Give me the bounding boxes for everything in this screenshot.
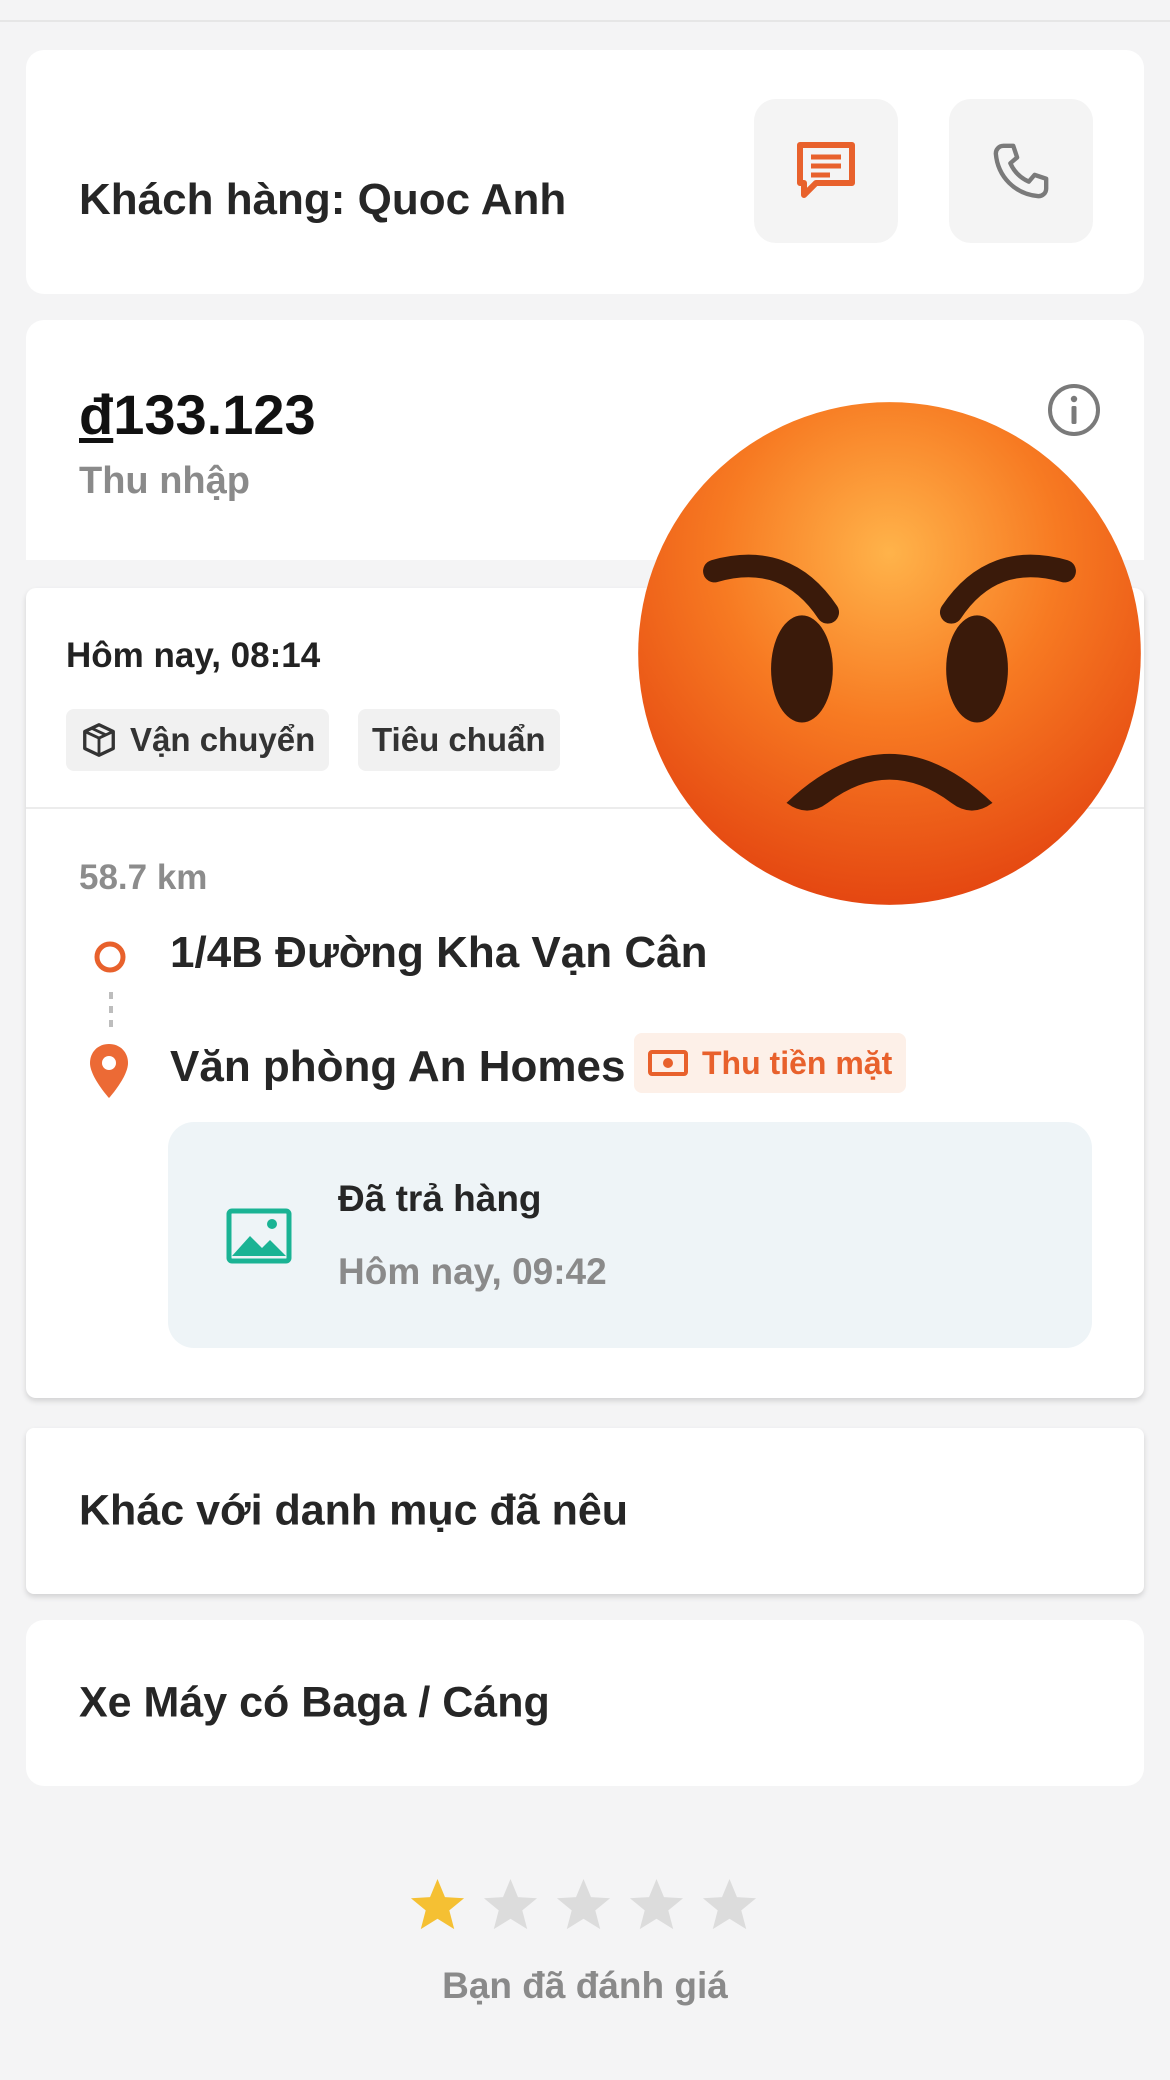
star-icon[interactable] (627, 1876, 686, 1935)
vehicle-type-row: Xe Máy có Baga / Cáng (26, 1620, 1144, 1786)
cash-payment-label: Thu tiền mặt (702, 1044, 893, 1081)
income-value: 133.123 (113, 383, 316, 446)
call-button[interactable] (949, 99, 1093, 243)
income-amount: đ133.123 (79, 382, 316, 447)
chat-icon (797, 142, 855, 198)
status-bar-area (0, 0, 1170, 22)
tag-standard: Tiêu chuẩn (358, 709, 560, 771)
other-category-row[interactable]: Khác với danh mục đã nêu (26, 1428, 1144, 1594)
star-icon[interactable] (554, 1876, 613, 1935)
cash-payment-badge: Thu tiền mặt (634, 1033, 907, 1093)
star-icon[interactable] (408, 1876, 467, 1935)
phone-icon (993, 143, 1049, 199)
star-icon[interactable] (481, 1876, 540, 1935)
pickup-address: 1/4B Đường Kha Vạn Cân (170, 928, 708, 977)
trip-distance: 58.7 km (79, 858, 208, 897)
package-icon (83, 723, 115, 757)
income-label: Thu nhập (79, 460, 250, 502)
customer-name: Khách hàng: Quoc Anh (79, 175, 567, 224)
rating-label: Bạn đã đánh giá (442, 1965, 728, 2006)
vehicle-type-label: Xe Máy có Baga / Cáng (79, 1678, 550, 1727)
delivery-status-box[interactable] (168, 1122, 1092, 1348)
chat-button[interactable] (754, 99, 898, 243)
pickup-dot-icon (94, 941, 126, 973)
tag-standard-label: Tiêu chuẩn (372, 721, 546, 758)
tag-delivery-label: Vận chuyển (130, 721, 316, 758)
route-connector (109, 992, 113, 1027)
star-icon[interactable] (700, 1876, 759, 1935)
currency-symbol: đ (79, 383, 114, 446)
delivery-status-title: Đã trả hàng (338, 1178, 542, 1219)
cash-icon (648, 1050, 688, 1076)
customer-card: Khách hàng: Quoc Anh (26, 50, 1144, 294)
angry-face-emoji (638, 402, 1141, 905)
tag-delivery: Vận chuyển (66, 709, 330, 771)
other-category-label: Khác với danh mục đã nêu (79, 1486, 629, 1535)
delivery-status-time: Hôm nay, 09:42 (338, 1251, 607, 1292)
dropoff-pin-icon (90, 1044, 128, 1098)
dropoff-address: Văn phòng An Homes (170, 1042, 626, 1091)
trip-time: Hôm nay, 08:14 (66, 636, 321, 675)
image-icon (226, 1208, 292, 1264)
rating-stars[interactable] (408, 1876, 759, 1935)
